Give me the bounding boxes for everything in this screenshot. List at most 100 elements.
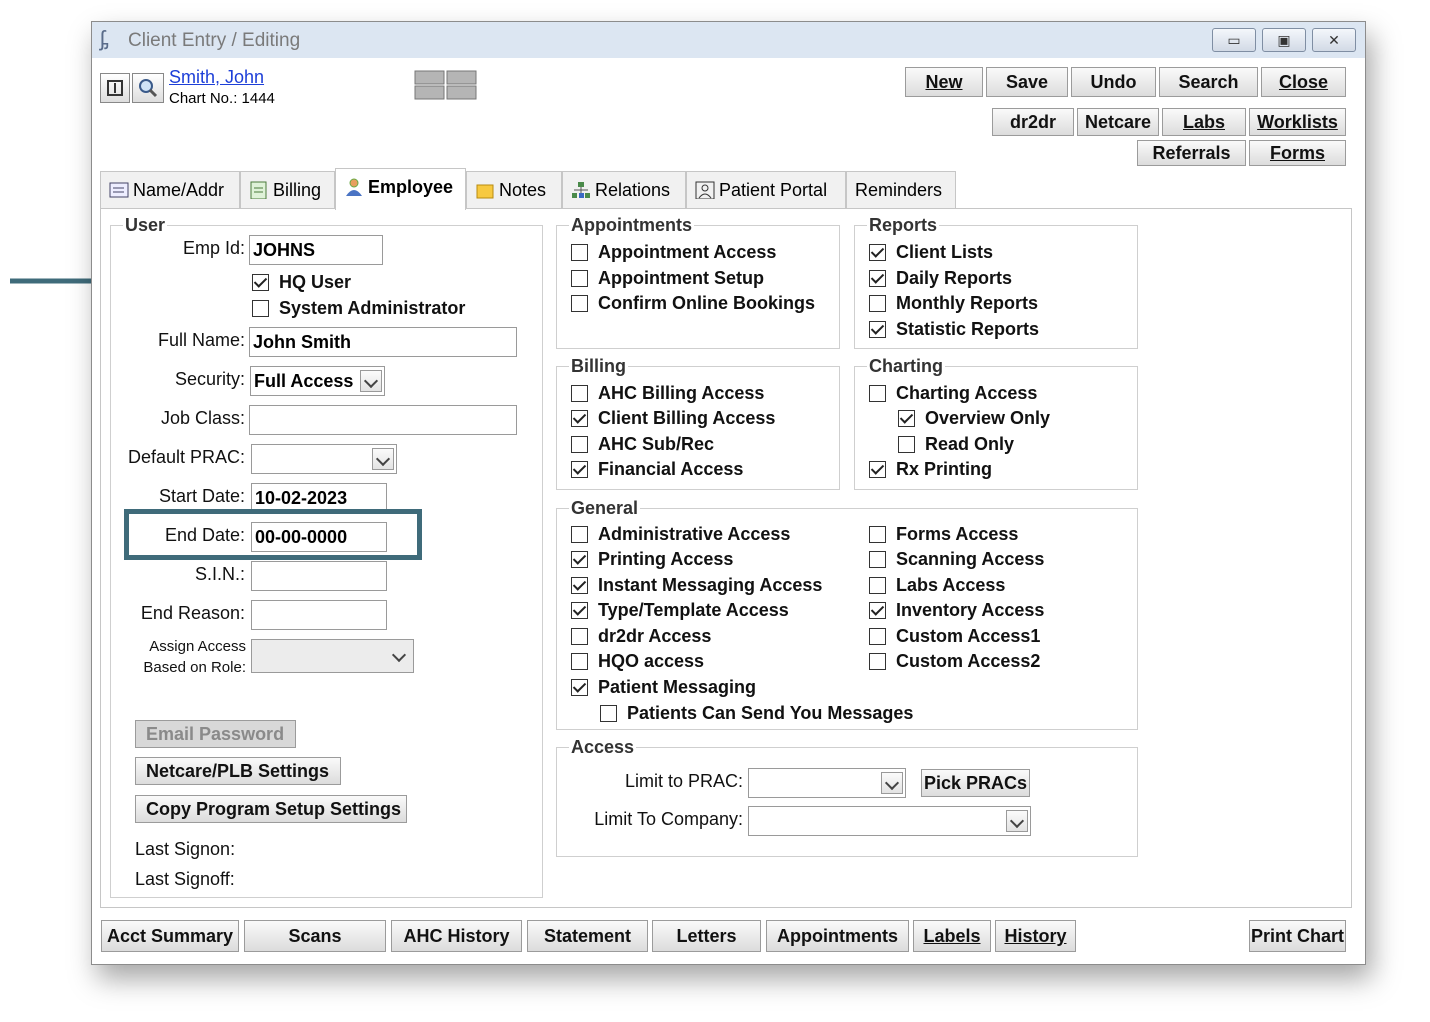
worklists-button[interactable]: Worklists (1249, 108, 1346, 136)
tab-name-addr[interactable]: Name/Addr (100, 171, 240, 208)
hq-user-checkbox[interactable]: HQ User (252, 271, 351, 293)
labs-access-checkbox[interactable]: Labs Access (869, 574, 1005, 596)
minimize-button[interactable]: ▭ (1212, 28, 1256, 52)
emp-id-input[interactable]: JOHNS (249, 235, 383, 265)
referrals-button[interactable]: Referrals (1137, 140, 1246, 166)
letters-button[interactable]: Letters (652, 920, 761, 952)
undo-button[interactable]: Undo (1071, 67, 1156, 97)
printing-access-checkbox[interactable]: Printing Access (571, 548, 733, 570)
tab-notes[interactable]: Notes (466, 171, 562, 208)
inventory-access-box (869, 602, 886, 619)
default-prac-select[interactable] (251, 444, 397, 474)
appointment-setup-checkbox[interactable]: Appointment Setup (571, 267, 764, 289)
monthly-reports-label: Monthly Reports (896, 293, 1038, 313)
rx-printing-label: Rx Printing (896, 459, 993, 479)
limit-prac-select[interactable] (748, 768, 906, 798)
inventory-access-checkbox[interactable]: Inventory Access (869, 599, 1044, 621)
financial-access-checkbox[interactable]: Financial Access (571, 458, 743, 480)
patient-name-link[interactable]: Smith, John (169, 67, 264, 88)
client-billing-access-checkbox[interactable]: Client Billing Access (571, 407, 775, 429)
netcare-button[interactable]: Netcare (1077, 108, 1159, 136)
tab-employee[interactable]: Employee (335, 168, 466, 210)
maximize-button[interactable]: ▣ (1262, 28, 1306, 52)
default-prac-dropdown-icon[interactable] (372, 448, 394, 470)
new-button[interactable]: New (905, 67, 983, 97)
tab-patient-portal[interactable]: Patient Portal (686, 171, 846, 208)
hqo-access-checkbox[interactable]: HQO access (571, 650, 704, 672)
patients-can-send-messages-checkbox[interactable]: Patients Can Send You Messages (600, 702, 913, 724)
reports-legend: Reports (867, 215, 940, 236)
id-card-button[interactable] (100, 73, 130, 103)
tab-billing[interactable]: Billing (240, 171, 335, 208)
save-button[interactable]: Save (986, 67, 1068, 97)
custom-access1-box (869, 628, 886, 645)
dr2dr-button[interactable]: dr2dr (992, 108, 1074, 136)
charting-access-box (869, 385, 886, 402)
daily-reports-checkbox[interactable]: Daily Reports (869, 267, 1012, 289)
appointment-access-checkbox[interactable]: Appointment Access (571, 241, 776, 263)
close-label: Close (1278, 72, 1329, 92)
client-lists-checkbox[interactable]: Client Lists (869, 241, 993, 263)
history-button[interactable]: History (995, 920, 1076, 952)
full-name-input[interactable]: John Smith (249, 327, 517, 357)
netcare-plb-settings-button[interactable]: Netcare/PLB Settings (135, 757, 341, 785)
statement-button[interactable]: Statement (527, 920, 648, 952)
tab-reminders[interactable]: Reminders (846, 171, 956, 208)
labs-button[interactable]: Labs (1162, 108, 1246, 136)
security-select[interactable]: Full Access (250, 366, 385, 396)
custom-access1-checkbox[interactable]: Custom Access1 (869, 625, 1040, 647)
access-group: Access (556, 737, 1138, 857)
close-button[interactable]: Close (1261, 67, 1346, 97)
window-title: Client Entry / Editing (128, 30, 301, 51)
ahc-sub-rec-checkbox[interactable]: AHC Sub/Rec (571, 433, 714, 455)
ahc-history-button[interactable]: AHC History (391, 920, 522, 952)
appointments-button[interactable]: Appointments (766, 920, 909, 952)
assign-role-dropdown-icon[interactable] (389, 645, 411, 667)
statistic-reports-checkbox[interactable]: Statistic Reports (869, 318, 1039, 340)
custom-access2-checkbox[interactable]: Custom Access2 (869, 650, 1040, 672)
acct-summary-button[interactable]: Acct Summary (101, 920, 239, 952)
type-template-access-checkbox[interactable]: Type/Template Access (571, 599, 789, 621)
client-entry-window: ᶋ Client Entry / Editing ▭ ▣ ✕ Smith, Jo… (91, 21, 1366, 965)
labs-access-label: Labs Access (896, 575, 1006, 595)
labels-button[interactable]: Labels (913, 920, 991, 952)
forms-access-checkbox[interactable]: Forms Access (869, 523, 1018, 545)
administrative-access-checkbox[interactable]: Administrative Access (571, 523, 790, 545)
patient-messaging-checkbox[interactable]: Patient Messaging (571, 676, 756, 698)
job-class-input[interactable] (249, 405, 517, 435)
system-admin-box (252, 300, 269, 317)
system-admin-checkbox[interactable]: System Administrator (252, 297, 465, 319)
forms-button[interactable]: Forms (1249, 140, 1346, 166)
scanning-access-checkbox[interactable]: Scanning Access (869, 548, 1044, 570)
assign-role-select[interactable] (251, 639, 414, 673)
appointments-legend: Appointments (569, 215, 694, 236)
confirm-online-bookings-checkbox[interactable]: Confirm Online Bookings (571, 292, 815, 314)
scans-button[interactable]: Scans (244, 920, 386, 952)
sin-input[interactable] (251, 561, 387, 591)
layout-grid-icon[interactable] (414, 70, 478, 100)
tab-relations[interactable]: Relations (562, 171, 686, 208)
end-reason-input[interactable] (251, 600, 387, 630)
charting-access-checkbox[interactable]: Charting Access (869, 382, 1037, 404)
search-button[interactable]: Search (1159, 67, 1258, 97)
custom-access2-box (869, 653, 886, 670)
copy-program-setup-button[interactable]: Copy Program Setup Settings (135, 795, 407, 823)
scanning-access-label: Scanning Access (896, 549, 1045, 569)
monthly-reports-checkbox[interactable]: Monthly Reports (869, 292, 1038, 314)
patient-search-button[interactable] (132, 73, 164, 103)
ahc-billing-access-checkbox[interactable]: AHC Billing Access (571, 382, 764, 404)
print-chart-button[interactable]: Print Chart (1249, 920, 1346, 952)
dr2dr-access-checkbox[interactable]: dr2dr Access (571, 625, 711, 647)
limit-company-dropdown-icon[interactable] (1006, 810, 1028, 832)
instant-messaging-access-checkbox[interactable]: Instant Messaging Access (571, 574, 822, 596)
read-only-checkbox[interactable]: Read Only (898, 433, 1014, 455)
security-dropdown-icon[interactable] (360, 370, 382, 392)
close-window-button[interactable]: ✕ (1312, 28, 1356, 52)
limit-prac-dropdown-icon[interactable] (881, 772, 903, 794)
pick-pracs-button[interactable]: Pick PRACs (921, 769, 1030, 797)
limit-company-select[interactable] (748, 806, 1031, 836)
overview-only-checkbox[interactable]: Overview Only (898, 407, 1050, 429)
email-password-button[interactable]: Email Password (135, 720, 296, 748)
rx-printing-checkbox[interactable]: Rx Printing (869, 458, 992, 480)
forms-access-box (869, 526, 886, 543)
